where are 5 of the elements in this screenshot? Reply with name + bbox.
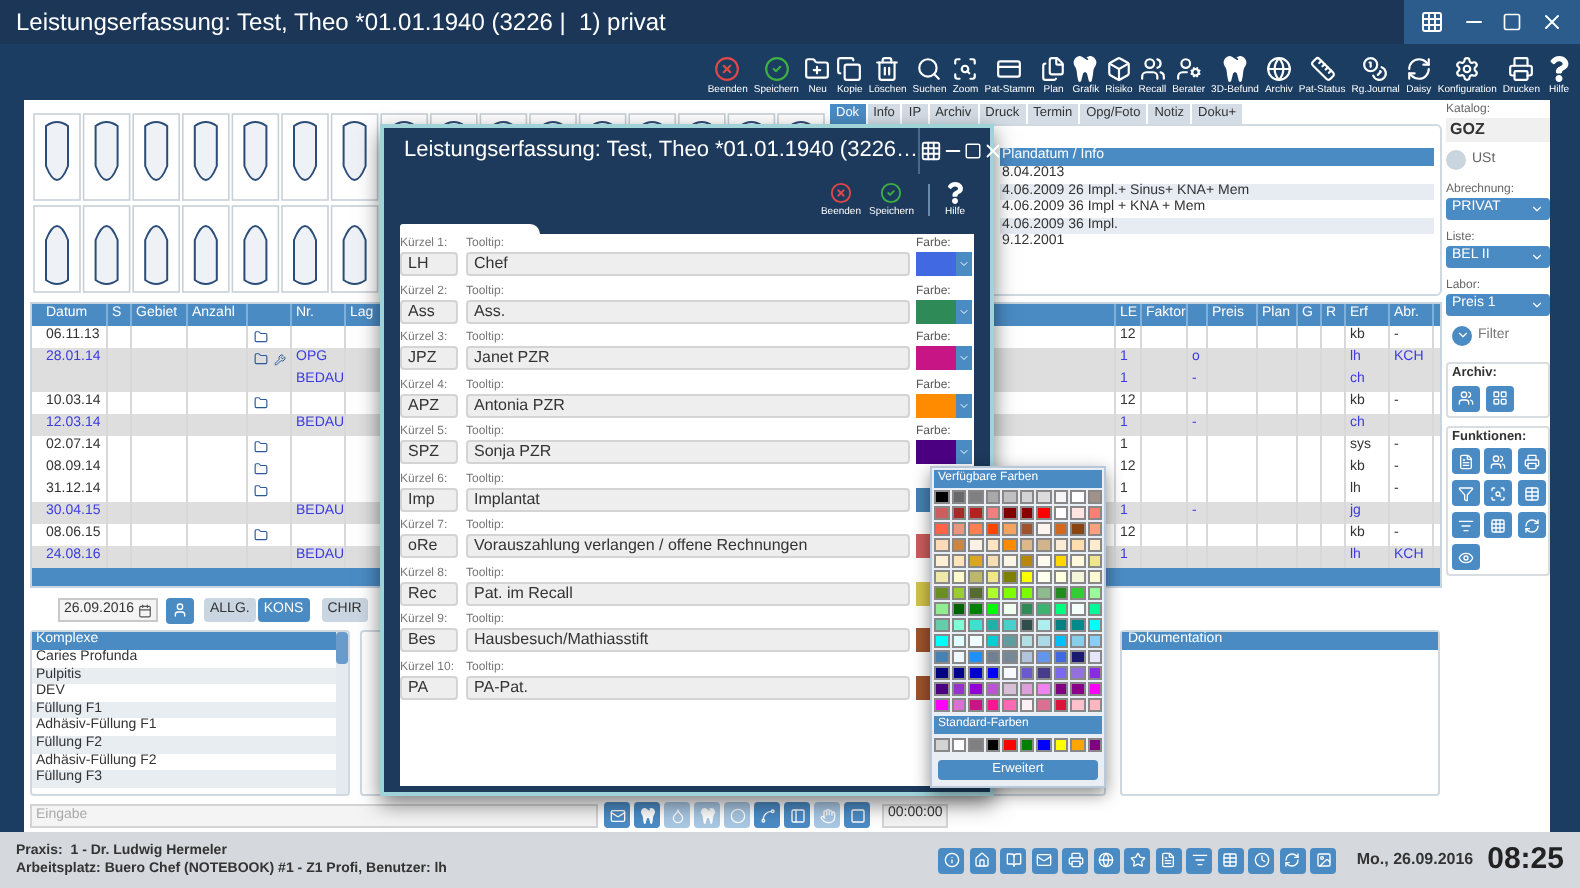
window-title: Leistungserfassung: Test, Theo *01.01.1940 (3226 | 1) privat	[14, 6, 668, 40]
clock-text: 08:25	[1487, 839, 1564, 880]
date-text: Mo., 26.09.2016	[1356, 848, 1474, 872]
catalog-field: GOZ	[1446, 118, 1550, 142]
dialog-title: Leistungserfassung: Test, Theo *01.01.1940 (3226…	[402, 136, 919, 167]
